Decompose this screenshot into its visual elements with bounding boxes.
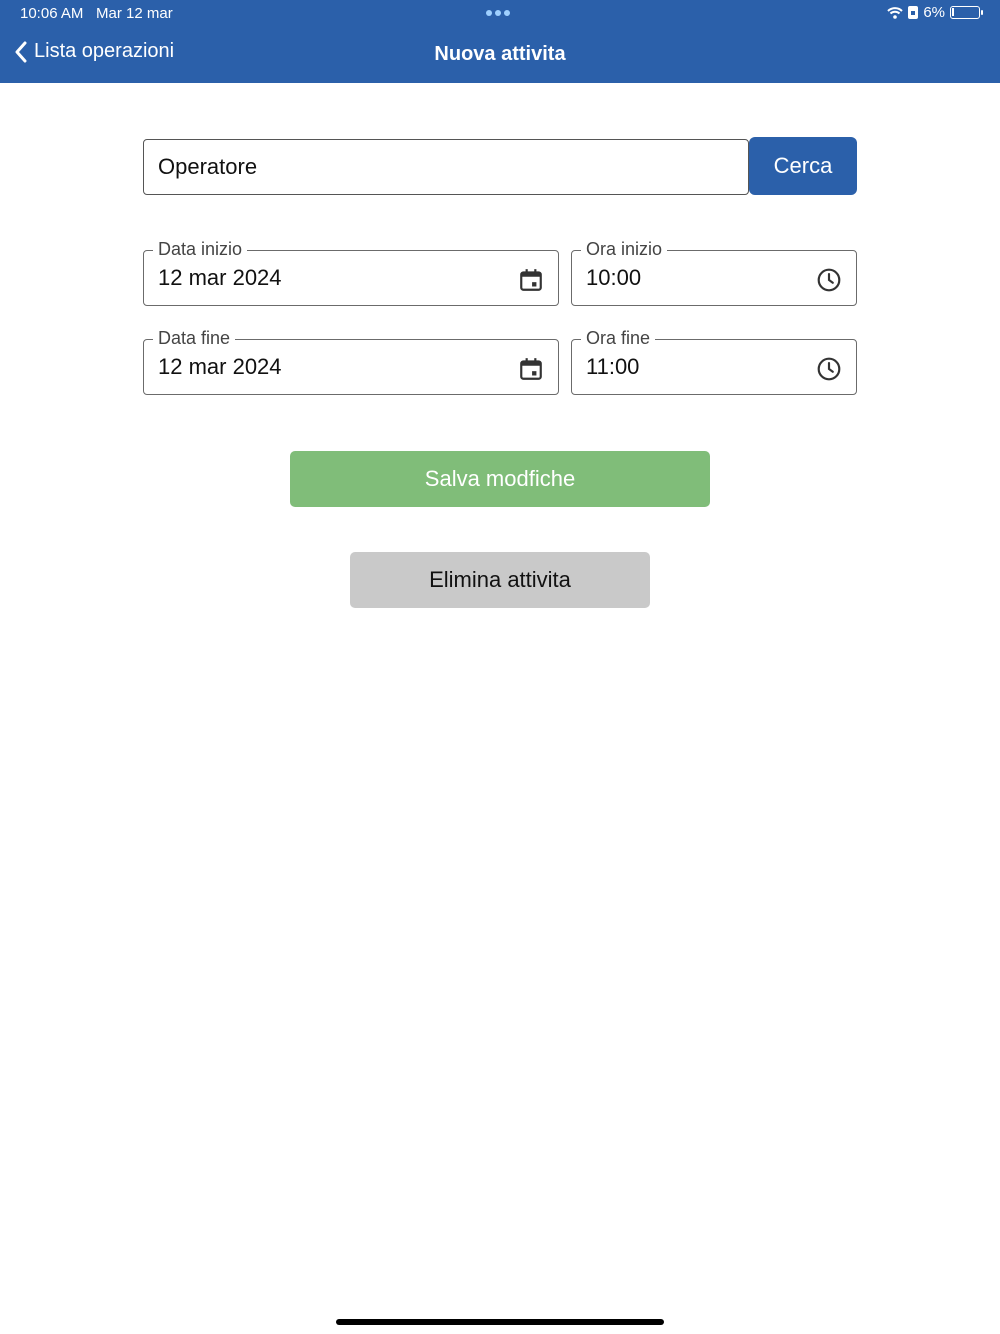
end-time-label: Ora fine bbox=[581, 327, 656, 349]
status-indicators: 6% bbox=[887, 4, 983, 21]
start-time-label: Ora inizio bbox=[581, 238, 668, 260]
start-date-value: 12 mar 2024 bbox=[158, 265, 282, 290]
start-time-value: 10:00 bbox=[586, 265, 642, 290]
start-date-field[interactable]: Data inizio 12 mar 2024 bbox=[143, 238, 559, 306]
save-button[interactable]: Salva modfiche bbox=[290, 451, 710, 507]
end-date-label: Data fine bbox=[153, 327, 236, 349]
battery-icon bbox=[950, 6, 983, 19]
search-button[interactable]: Cerca bbox=[749, 137, 857, 195]
wifi-icon bbox=[887, 6, 904, 19]
multitasking-dots-icon[interactable] bbox=[486, 10, 510, 16]
status-time: 10:06 AM bbox=[20, 5, 84, 22]
clock-icon[interactable] bbox=[816, 356, 842, 382]
home-indicator[interactable] bbox=[336, 1319, 664, 1325]
calendar-icon[interactable] bbox=[518, 356, 544, 382]
end-time-value: 11:00 bbox=[586, 354, 640, 379]
status-date: Mar 12 mar bbox=[96, 5, 173, 22]
battery-percent: 6% bbox=[923, 4, 945, 21]
page-title: Nuova attivita bbox=[434, 43, 566, 65]
start-date-label: Data inizio bbox=[153, 238, 248, 260]
lock-rotation-icon bbox=[908, 6, 919, 19]
start-time-field[interactable]: Ora inizio 10:00 bbox=[571, 238, 857, 306]
end-time-field[interactable]: Ora fine 11:00 bbox=[571, 327, 857, 395]
clock-icon[interactable] bbox=[816, 267, 842, 293]
end-date-value: 12 mar 2024 bbox=[158, 354, 282, 379]
app-screen: 10:06 AM Mar 12 mar 6% Lista operazioni … bbox=[0, 0, 1000, 1334]
end-date-field[interactable]: Data fine 12 mar 2024 bbox=[143, 327, 559, 395]
calendar-icon[interactable] bbox=[518, 267, 544, 293]
top-bar: 10:06 AM Mar 12 mar 6% Lista operazioni … bbox=[0, 0, 1000, 83]
delete-button[interactable]: Elimina attivita bbox=[350, 552, 650, 608]
operator-input[interactable] bbox=[143, 139, 749, 195]
